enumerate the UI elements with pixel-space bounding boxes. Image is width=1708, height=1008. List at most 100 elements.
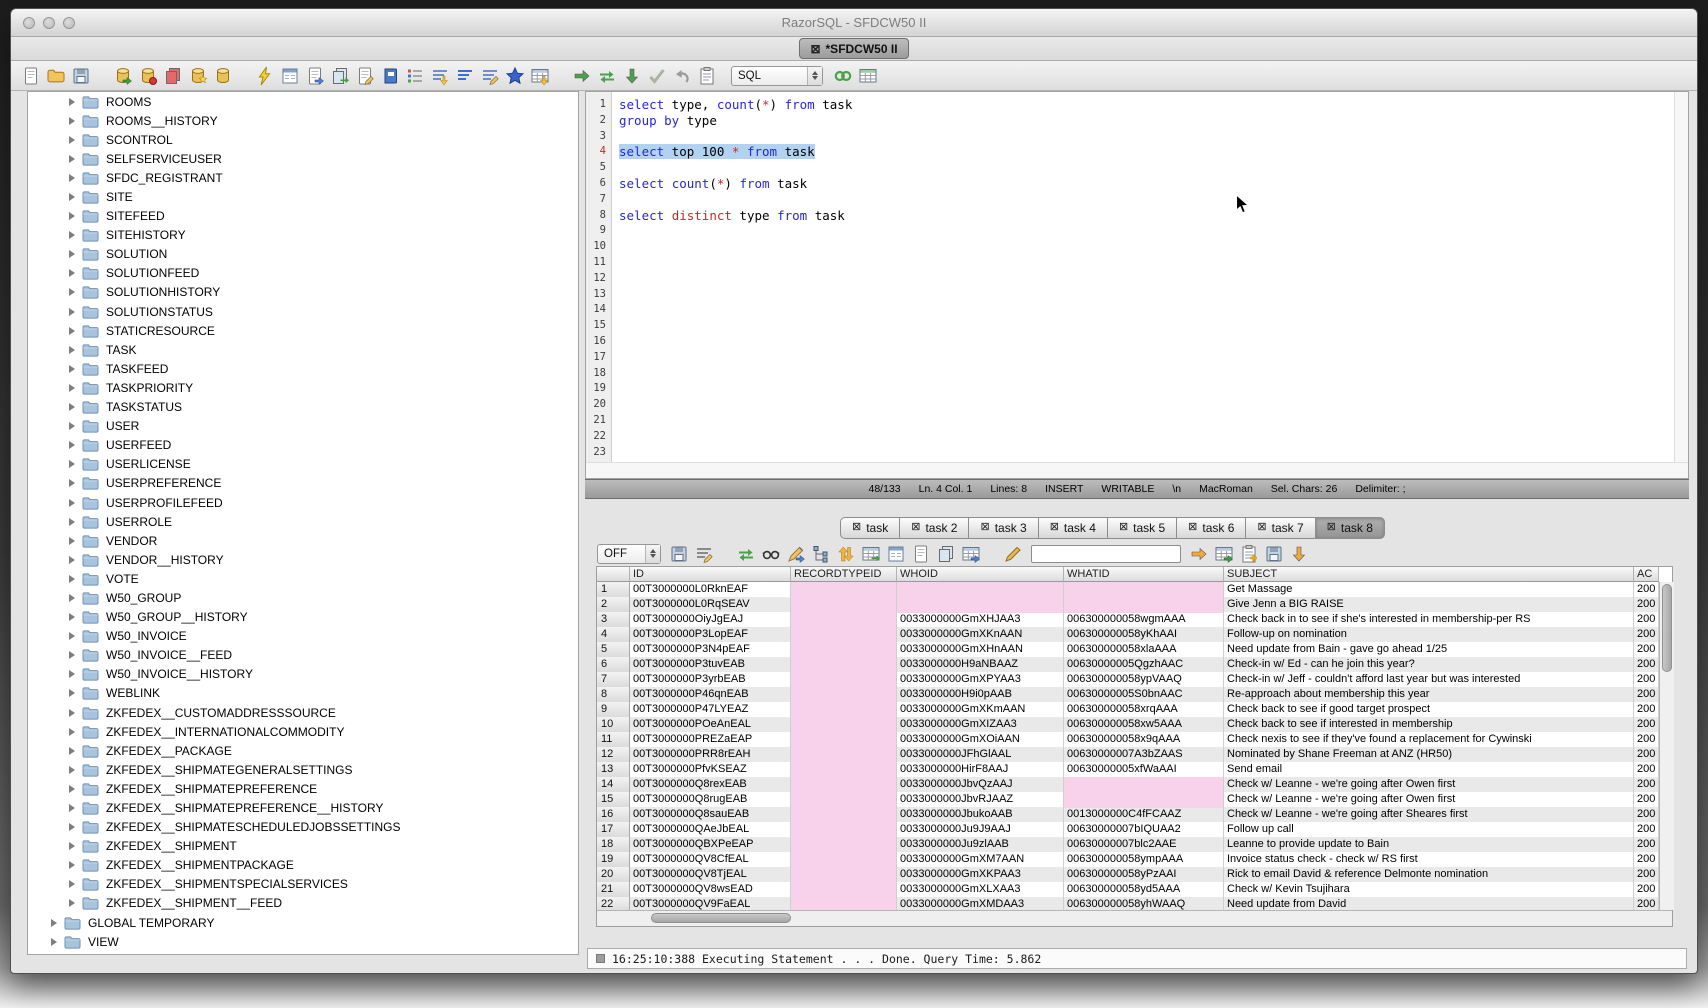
disclosure-triangle-icon[interactable]: [69, 594, 75, 602]
results-tab-task-4[interactable]: ⊠task 4: [1038, 517, 1108, 539]
row-number-cell[interactable]: 11: [597, 732, 630, 748]
tree-item-zkfedex-shipment[interactable]: ZKFEDEX__SHIPMENT: [28, 837, 578, 856]
cell-recordtypeid[interactable]: [791, 582, 897, 598]
cell-whatid[interactable]: 00630000007A3bZAAS: [1064, 747, 1224, 763]
tree-item-zkfedex-shipmatescheduledjobssettings[interactable]: ZKFEDEX__SHIPMATESCHEDULEDJOBSSETTINGS: [28, 818, 578, 837]
stepper-arrows-icon[interactable]: [807, 67, 822, 85]
cell-ac[interactable]: 200: [1634, 597, 1659, 613]
cell-recordtypeid[interactable]: [791, 837, 897, 853]
disclosure-triangle-icon[interactable]: [69, 670, 75, 678]
code-line[interactable]: [619, 413, 1674, 429]
cell-recordtypeid[interactable]: [791, 807, 897, 823]
cell-subject[interactable]: Follow up call: [1224, 822, 1634, 838]
database-icon[interactable]: [213, 66, 233, 86]
favorites-icon[interactable]: [505, 66, 525, 86]
table-row[interactable]: 1700T3000000QAeJbEAL0033000000Ju9J9AAJ00…: [597, 822, 1672, 837]
cell-whatid[interactable]: 006300000058yd5AAA: [1064, 882, 1224, 898]
tree-item-vendor[interactable]: VENDOR: [28, 531, 578, 550]
cell-whatid[interactable]: 0013000000C4fFCAAZ: [1064, 807, 1224, 823]
disclosure-triangle-icon[interactable]: [69, 346, 75, 354]
disclosure-triangle-icon[interactable]: [69, 479, 75, 487]
disclosure-triangle-icon[interactable]: [69, 384, 75, 392]
cell-whoid[interactable]: 0033000000GmXKPAA3: [897, 867, 1064, 883]
tree-item-w50-invoice[interactable]: W50_INVOICE: [28, 627, 578, 646]
save-results-icon[interactable]: [669, 544, 689, 564]
disclosure-triangle-icon[interactable]: [51, 919, 57, 927]
cell-subject[interactable]: Check w/ Leanne - we're going after Shea…: [1224, 807, 1634, 823]
row-number-cell[interactable]: 7: [597, 672, 630, 688]
table-row[interactable]: 400T3000000P3LopEAF0033000000GmXKnAAN006…: [597, 627, 1672, 642]
cell-whoid[interactable]: 0033000000JFhGlAAL: [897, 747, 1064, 763]
cell-subject[interactable]: Check back to see if interested in membe…: [1224, 717, 1634, 733]
tree-item-vote[interactable]: VOTE: [28, 569, 578, 588]
cell-ac[interactable]: 200: [1634, 612, 1659, 628]
tree-item-site[interactable]: SITE: [28, 187, 578, 206]
connect-db-icon[interactable]: [113, 66, 133, 86]
row-number-cell[interactable]: 6: [597, 657, 630, 673]
row-number-cell[interactable]: 2: [597, 597, 630, 613]
code-line[interactable]: [619, 129, 1674, 145]
tree-item-w50-invoice-history[interactable]: W50_INVOICE__HISTORY: [28, 665, 578, 684]
schema-browser-icon[interactable]: [380, 66, 400, 86]
horizontal-scroll-thumb[interactable]: [651, 913, 791, 923]
object-list-icon[interactable]: [405, 66, 425, 86]
refresh-results-icon[interactable]: [736, 544, 756, 564]
tab-close-icon[interactable]: ⊠: [1119, 522, 1128, 533]
results-tab-task-6[interactable]: ⊠task 6: [1176, 517, 1246, 539]
vertical-scroll-thumb[interactable]: [1662, 584, 1672, 672]
row-number-cell[interactable]: 3: [597, 612, 630, 628]
cell-whoid[interactable]: [897, 582, 1064, 598]
cell-subject[interactable]: Check w/ Leanne - we're going after Owen…: [1224, 777, 1634, 793]
tree-item-selfserviceuser[interactable]: SELFSERVICEUSER: [28, 149, 578, 168]
cell-ac[interactable]: 200: [1634, 762, 1659, 778]
disclosure-triangle-icon[interactable]: [69, 689, 75, 697]
disclosure-triangle-icon[interactable]: [69, 441, 75, 449]
edit-sql-icon[interactable]: [480, 66, 500, 86]
tree-item-userpreference[interactable]: USERPREFERENCE: [28, 474, 578, 493]
cell-id[interactable]: 00T3000000Q8rexEAB: [630, 777, 791, 793]
cell-id[interactable]: 00T3000000P3yrbEAB: [630, 672, 791, 688]
tree-item-global-temporary[interactable]: GLOBAL TEMPORARY: [28, 913, 578, 932]
cell-whoid[interactable]: 0033000000JbvRJAAZ: [897, 792, 1064, 808]
cell-whatid[interactable]: 006300000058ypVAAQ: [1064, 672, 1224, 688]
table-row[interactable]: 1900T3000000QV8CfEAL0033000000GmXM7AAN00…: [597, 852, 1672, 867]
cell-ac[interactable]: 200: [1634, 672, 1659, 688]
row-number-cell[interactable]: 4: [597, 627, 630, 643]
column-header-ac[interactable]: AC: [1634, 567, 1659, 582]
code-line[interactable]: [619, 239, 1674, 255]
row-number-cell[interactable]: 8: [597, 687, 630, 703]
cell-id[interactable]: 00T3000000PfvKSEAZ: [630, 762, 791, 778]
tab-close-icon[interactable]: ⊠: [810, 43, 820, 55]
cell-id[interactable]: 00T3000000L0RqSEAV: [630, 597, 791, 613]
cell-recordtypeid[interactable]: [791, 627, 897, 643]
export-query-icon[interactable]: [305, 66, 325, 86]
cell-subject[interactable]: Get Massage: [1224, 582, 1634, 598]
view-record-icon[interactable]: [761, 544, 781, 564]
results-tab-task-8[interactable]: ⊠task 8: [1315, 517, 1385, 539]
disclosure-triangle-icon[interactable]: [69, 269, 75, 277]
execute-forward-icon[interactable]: [572, 66, 592, 86]
disclosure-triangle-icon[interactable]: [69, 518, 75, 526]
cell-whoid[interactable]: 0033000000GmXHnAAN: [897, 642, 1064, 658]
cell-recordtypeid[interactable]: [791, 762, 897, 778]
tree-item-zkfedex-customaddresssource[interactable]: ZKFEDEX__CUSTOMADDRESSSOURCE: [28, 703, 578, 722]
table-row[interactable]: 1600T3000000Q8sauEAB0033000000JbukoAAB00…: [597, 807, 1672, 822]
code-line[interactable]: [619, 381, 1674, 397]
tree-item-user[interactable]: USER: [28, 417, 578, 436]
cell-whoid[interactable]: 0033000000GmXM7AAN: [897, 852, 1064, 868]
tab-close-icon[interactable]: ⊠: [852, 522, 861, 533]
tree-item-staticresource[interactable]: STATICRESOURCE: [28, 321, 578, 340]
table-row[interactable]: 900T3000000P47LYEAZ0033000000GmXKmAAN006…: [597, 702, 1672, 717]
disclosure-triangle-icon[interactable]: [69, 231, 75, 239]
cell-recordtypeid[interactable]: [791, 717, 897, 733]
row-number-cell[interactable]: 14: [597, 777, 630, 793]
disclosure-triangle-icon[interactable]: [69, 842, 75, 850]
table-row[interactable]: 300T3000000OiyJgEAJ0033000000GmXHJAA3006…: [597, 612, 1672, 627]
cell-subject[interactable]: Check w/ Leanne - we're going after Owen…: [1224, 792, 1634, 808]
cell-whoid[interactable]: 0033000000GmXHJAA3: [897, 612, 1064, 628]
tab-close-icon[interactable]: ⊠: [1327, 522, 1336, 533]
tree-item-solution[interactable]: SOLUTION: [28, 245, 578, 264]
row-number-cell[interactable]: 15: [597, 792, 630, 808]
cell-whoid[interactable]: 0033000000GmXKmAAN: [897, 702, 1064, 718]
tab-close-icon[interactable]: ⊠: [911, 522, 920, 533]
